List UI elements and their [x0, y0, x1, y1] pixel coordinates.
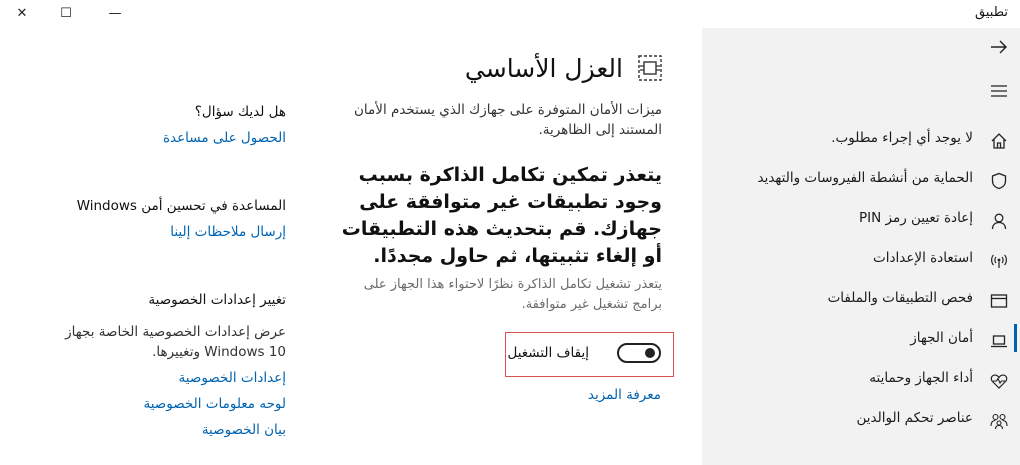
family-icon: [988, 410, 1010, 432]
home-icon: [988, 130, 1010, 152]
main-content: العزل الأساسي ميزات الأمان المتوفرة على …: [320, 28, 680, 465]
sidebar-item-home[interactable]: لا يوجد أي إجراء مطلوب.: [702, 121, 1020, 161]
sidebar-item-device-performance[interactable]: أداء الجهاز وحمايته: [702, 361, 1020, 401]
sidebar-item-label: فحص التطبيقات والملفات: [827, 290, 973, 306]
core-isolation-icon: [637, 54, 663, 82]
maximize-icon: ☐: [60, 5, 72, 21]
sidebar-item-label: الحماية من أنشطة الفيروسات والتهديد: [757, 170, 973, 186]
close-icon: ✕: [16, 5, 28, 21]
sidebar-item-label: إعادة تعيين رمز PIN: [858, 210, 973, 226]
toggle-state-label: إيقاف التشغيل: [507, 345, 589, 361]
wireless-icon: [988, 250, 1010, 272]
person-icon: [988, 210, 1010, 232]
sidebar-item-app-control[interactable]: فحص التطبيقات والملفات: [702, 281, 1020, 321]
page-description: ميزات الأمان المتوفرة على جهازك الذي يست…: [353, 102, 662, 138]
improve-heading: المساعدة في تحسين أمن Windows: [76, 198, 286, 214]
privacy-settings-link[interactable]: إعدادات الخصوصية: [179, 370, 286, 386]
minimize-window-button[interactable]: —: [93, 0, 137, 26]
active-indicator: [1014, 324, 1017, 352]
sidebar-item-account[interactable]: إعادة تعيين رمز PIN: [702, 201, 1020, 241]
sidebar-item-device-security[interactable]: أمان الجهاز: [702, 321, 1020, 361]
title-bar: ✕ ☐ — تطبيق: [0, 0, 1020, 28]
heart-pulse-icon: [988, 370, 1010, 392]
window-title: تطبيق: [975, 5, 1008, 20]
learn-more-link[interactable]: معرفة المزيد: [588, 387, 661, 403]
privacy-dashboard-link[interactable]: لوحه معلومات الخصوصية: [143, 396, 286, 412]
sidebar-item-label: عناصر تحكم الوالدين: [856, 410, 973, 426]
sidebar-item-label: استعادة الإعدادات: [873, 250, 973, 266]
sidebar-item-family-options[interactable]: عناصر تحكم الوالدين: [702, 401, 1020, 441]
memory-integrity-toggle-highlight: إيقاف التشغيل: [505, 332, 674, 377]
minimize-icon: —: [108, 5, 122, 21]
sidebar-item-virus-protection[interactable]: الحماية من أنشطة الفيروسات والتهديد: [702, 161, 1020, 201]
memory-integrity-warning-heading: يتعذر تمكين تكامل الذاكرة بسبب وجود تطبي…: [341, 164, 662, 267]
close-window-button[interactable]: ✕: [0, 0, 44, 26]
page-title: العزل الأساسي: [464, 54, 623, 83]
sidebar: لا يوجد أي إجراء مطلوب. الحماية من أنشطة…: [702, 28, 1020, 465]
laptop-icon: [988, 330, 1010, 352]
arrow-icon[interactable]: [988, 36, 1010, 58]
get-help-link[interactable]: الحصول على مساعدة: [163, 130, 286, 146]
browser-window-icon: [988, 290, 1010, 312]
feedback-link[interactable]: إرسال ملاحظات إلينا: [170, 224, 286, 240]
sidebar-item-label: أمان الجهاز: [910, 330, 973, 346]
sidebar-item-label: لا يوجد أي إجراء مطلوب.: [831, 130, 973, 146]
privacy-description: عرض إعدادات الخصوصية الخاصة بجهاز Window…: [65, 324, 286, 360]
maximize-window-button[interactable]: ☐: [44, 0, 88, 26]
sidebar-item-firewall[interactable]: استعادة الإعدادات: [702, 241, 1020, 281]
privacy-statement-link[interactable]: بيان الخصوصية: [202, 422, 286, 438]
sidebar-item-label: أداء الجهاز وحمايته: [869, 370, 973, 386]
help-column: هل لديك سؤال؟ الحصول على مساعدة المساعدة…: [60, 28, 290, 465]
privacy-heading: تغيير إعدادات الخصوصية: [148, 292, 286, 308]
hamburger-icon[interactable]: [988, 80, 1010, 102]
shield-icon: [988, 170, 1010, 192]
memory-integrity-warning-description: يتعذر تشغيل تكامل الذاكرة نظرًا لاحتواء …: [363, 277, 662, 312]
toggle-knob: [645, 348, 655, 358]
memory-integrity-toggle[interactable]: [617, 343, 661, 363]
question-heading: هل لديك سؤال؟: [194, 104, 286, 120]
